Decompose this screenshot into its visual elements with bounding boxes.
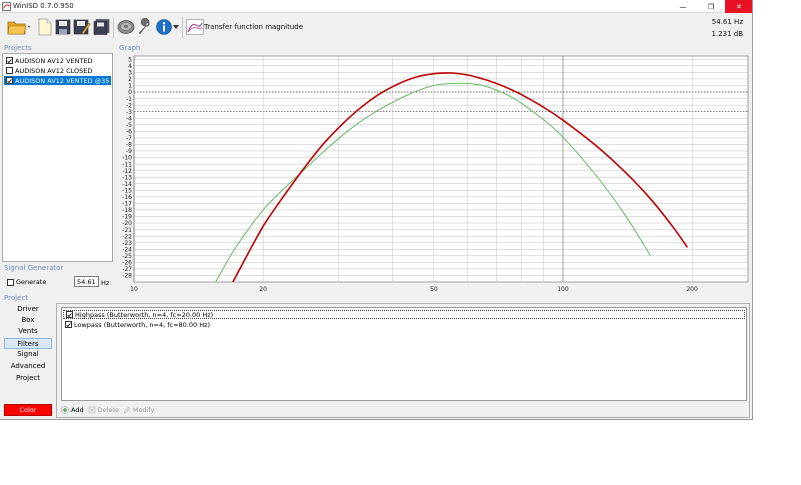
signal-generator-heading: Signal Generator bbox=[4, 264, 64, 272]
x-tick-label: 10 bbox=[130, 286, 138, 293]
x-tick-label: 200 bbox=[686, 286, 698, 293]
wrench-icon bbox=[138, 18, 150, 35]
project-checkbox[interactable] bbox=[6, 57, 13, 64]
delete-icon bbox=[88, 406, 95, 413]
title-bar: WinISD 0.7.0.950 — ❐ ✕ bbox=[0, 0, 752, 13]
filter-label: Lowpass (Butterworth, n=4, fc=80.00 Hz) bbox=[74, 320, 211, 329]
add-filter-button[interactable]: Add bbox=[61, 406, 84, 414]
filter-checkbox[interactable] bbox=[65, 321, 72, 328]
project-checkbox[interactable] bbox=[6, 77, 13, 84]
toolbar-separator bbox=[113, 17, 114, 38]
check-icon bbox=[7, 58, 12, 63]
filter-checkbox[interactable] bbox=[66, 311, 73, 318]
speaker-icon bbox=[117, 20, 135, 34]
delete-filter-button[interactable]: Delete bbox=[88, 406, 119, 414]
modify-filter-button[interactable]: Modify bbox=[123, 406, 155, 414]
new-project-button[interactable] bbox=[35, 17, 55, 37]
filters-panel: Highpass (Butterworth, n=4, fc=20.00 Hz)… bbox=[56, 303, 750, 418]
open-folder-icon bbox=[7, 21, 30, 35]
window-title: WinISD 0.7.0.950 bbox=[13, 2, 74, 10]
generate-option[interactable]: Generate bbox=[7, 278, 46, 286]
filter-item[interactable]: Lowpass (Butterworth, n=4, fc=80.00 Hz) bbox=[63, 320, 745, 329]
nav-vents[interactable]: Vents bbox=[4, 326, 52, 337]
minimize-icon: — bbox=[679, 2, 687, 11]
edit-icon bbox=[123, 406, 131, 413]
check-icon bbox=[66, 322, 71, 327]
nav-project[interactable]: Project bbox=[4, 373, 52, 384]
project-item[interactable]: AUDISON AV12 VENTED bbox=[4, 56, 111, 65]
check-icon bbox=[67, 312, 72, 317]
project-label: AUDISON AV12 CLOSED bbox=[15, 66, 93, 75]
x-tick-label: 20 bbox=[259, 286, 267, 293]
check-icon bbox=[7, 78, 12, 83]
project-label: AUDISON AV12 VENTED @35 bbox=[15, 76, 110, 85]
project-list: AUDISON AV12 VENTED AUDISON AV12 CLOSED … bbox=[2, 53, 113, 262]
plot-type-label: Transfer function magnitude bbox=[204, 23, 304, 31]
y-tick-label: -28 bbox=[122, 273, 132, 280]
toolbar-separator bbox=[182, 17, 183, 38]
save-all-button[interactable] bbox=[92, 17, 112, 37]
filter-actions: Add Delete Modify bbox=[61, 404, 155, 415]
app-icon bbox=[2, 2, 11, 11]
projects-heading: Projects bbox=[4, 44, 32, 52]
tools-button[interactable] bbox=[135, 17, 155, 37]
app-window: WinISD 0.7.0.950 — ❐ ✕ Transfer function… bbox=[0, 0, 753, 420]
frequency-readout: 54.61 Hz bbox=[711, 18, 743, 26]
graph-heading: Graph bbox=[119, 44, 141, 52]
nav-driver[interactable]: Driver bbox=[4, 304, 52, 315]
close-icon: ✕ bbox=[736, 2, 742, 11]
project-item-selected[interactable]: AUDISON AV12 VENTED @35 bbox=[4, 76, 111, 85]
x-tick-label: 100 bbox=[557, 286, 569, 293]
plot-type-button[interactable] bbox=[185, 17, 205, 37]
save-as-button[interactable] bbox=[72, 17, 92, 37]
frequency-input[interactable]: 54.61 bbox=[74, 276, 99, 287]
frequency-unit: Hz bbox=[101, 279, 110, 287]
minimize-button[interactable]: — bbox=[669, 0, 697, 13]
x-tick-label: 50 bbox=[430, 286, 438, 293]
maximize-button[interactable]: ❐ bbox=[697, 0, 725, 13]
nav-filters[interactable]: Filters bbox=[4, 338, 52, 349]
save-button[interactable] bbox=[53, 17, 73, 37]
generate-label: Generate bbox=[16, 278, 47, 286]
toolbar: Transfer function magnitude 54.61 Hz 1.2… bbox=[0, 13, 752, 42]
plot-area bbox=[133, 55, 749, 283]
delete-label: Delete bbox=[97, 405, 119, 414]
save-icon bbox=[55, 19, 71, 35]
add-icon bbox=[61, 405, 69, 414]
graph-panel[interactable]: 5 4 3 2 1 0 -1 -2 -3 -4 -5 -6 -7 -8 -9 -10 -11 -12 -13 -14-… bbox=[117, 53, 750, 293]
info-button[interactable] bbox=[154, 17, 174, 37]
level-readout: 1.231 dB bbox=[711, 30, 743, 38]
project-checkbox[interactable] bbox=[6, 67, 13, 74]
driver-editor-button[interactable] bbox=[116, 17, 136, 37]
nav-advanced[interactable]: Advanced bbox=[4, 361, 52, 372]
nav-box[interactable]: Box bbox=[4, 315, 52, 326]
save-as-icon bbox=[73, 19, 91, 35]
response-chart[interactable]: 543210-1-2-3-4-5-6-7-8-9-10-11-12-13-14-… bbox=[117, 53, 750, 293]
filter-item[interactable]: Highpass (Butterworth, n=4, fc=20.00 Hz) bbox=[63, 310, 745, 319]
filter-list: Highpass (Butterworth, n=4, fc=20.00 Hz)… bbox=[61, 307, 747, 401]
generate-checkbox[interactable] bbox=[7, 278, 14, 286]
project-heading: Project bbox=[4, 294, 28, 302]
nav-signal[interactable]: Signal bbox=[4, 349, 52, 360]
project-label: AUDISON AV12 VENTED bbox=[15, 56, 93, 65]
close-button[interactable]: ✕ bbox=[725, 0, 752, 13]
chart-icon bbox=[186, 19, 204, 35]
save-all-icon bbox=[93, 19, 110, 35]
color-button[interactable]: Color bbox=[4, 404, 52, 416]
add-label: Add bbox=[71, 405, 84, 414]
new-file-icon bbox=[38, 18, 52, 36]
modify-label: Modify bbox=[132, 405, 155, 414]
maximize-icon: ❐ bbox=[707, 2, 715, 11]
chevron-down-icon bbox=[173, 25, 179, 29]
open-button[interactable] bbox=[6, 17, 32, 37]
project-item[interactable]: AUDISON AV12 CLOSED bbox=[4, 66, 111, 75]
filter-label: Highpass (Butterworth, n=4, fc=20.00 Hz) bbox=[75, 310, 214, 319]
info-icon bbox=[156, 19, 172, 35]
info-dropdown[interactable] bbox=[172, 17, 180, 37]
